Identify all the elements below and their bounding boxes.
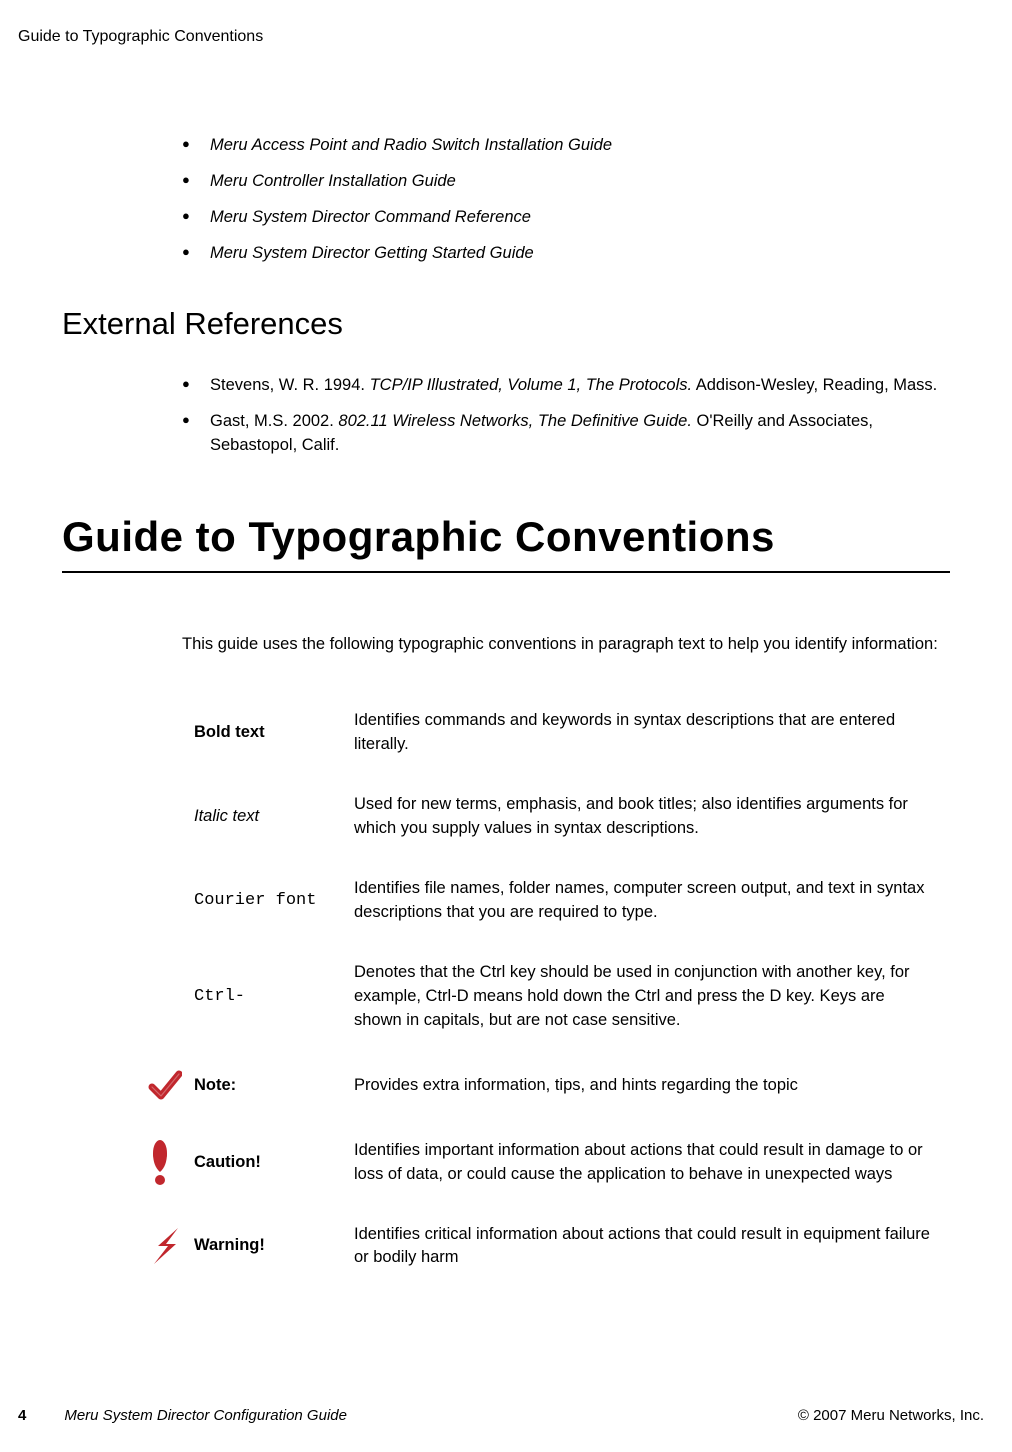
list-item: Meru Access Point and Radio Switch Insta…	[182, 134, 950, 158]
bold-text-label: Bold text	[194, 723, 265, 741]
icon-cell	[144, 691, 190, 775]
table-row: Warning! Identifies critical information…	[144, 1205, 940, 1289]
icon-cell	[144, 859, 190, 943]
description-cell: Identifies critical information about ac…	[350, 1205, 940, 1289]
running-header: Guide to Typographic Conventions	[18, 28, 263, 46]
caution-exclamation-icon	[148, 1140, 172, 1185]
note-label: Note:	[194, 1076, 236, 1094]
label-cell: Ctrl-	[190, 943, 350, 1051]
table-row: Ctrl- Denotes that the Ctrl key should b…	[144, 943, 940, 1051]
external-references-heading: External References	[62, 306, 950, 342]
reference-pre: Stevens, W. R. 1994.	[210, 376, 370, 394]
external-references-list: Stevens, W. R. 1994. TCP/IP Illustrated,…	[62, 374, 950, 458]
ctrl-label: Ctrl-	[194, 987, 245, 1006]
footer-copyright: © 2007 Meru Networks, Inc.	[798, 1407, 984, 1424]
label-cell: Italic text	[190, 775, 350, 859]
label-cell: Note:	[190, 1051, 350, 1121]
list-item: Meru System Director Getting Started Gui…	[182, 242, 950, 266]
meru-references-list: Meru Access Point and Radio Switch Insta…	[62, 134, 950, 266]
courier-font-label: Courier font	[194, 891, 316, 910]
table-row: Italic text Used for new terms, emphasis…	[144, 775, 940, 859]
description-cell: Used for new terms, emphasis, and book t…	[350, 775, 940, 859]
description-cell: Identifies commands and keywords in synt…	[350, 691, 940, 775]
reference-title: Meru System Director Command Reference	[210, 208, 531, 226]
note-checkmark-icon	[148, 1069, 182, 1103]
table-row: Note: Provides extra information, tips, …	[144, 1051, 940, 1121]
page-footer: 4 Meru System Director Configuration Gui…	[18, 1407, 984, 1424]
reference-title: Meru System Director Getting Started Gui…	[210, 244, 534, 262]
icon-cell	[144, 1121, 190, 1205]
table-row: Bold text Identifies commands and keywor…	[144, 691, 940, 775]
heading-rule	[62, 571, 950, 573]
conventions-table: Bold text Identifies commands and keywor…	[144, 691, 940, 1288]
reference-title: Meru Access Point and Radio Switch Insta…	[210, 136, 612, 154]
icon-cell	[144, 1051, 190, 1121]
footer-title: Meru System Director Configuration Guide	[64, 1407, 347, 1424]
list-item: Stevens, W. R. 1994. TCP/IP Illustrated,…	[182, 374, 950, 398]
list-item: Gast, M.S. 2002. 802.11 Wireless Network…	[182, 410, 950, 458]
icon-cell	[144, 1205, 190, 1289]
intro-paragraph: This guide uses the following typographi…	[62, 633, 950, 657]
icon-cell	[144, 775, 190, 859]
caution-label: Caution!	[194, 1153, 261, 1171]
page-number: 4	[18, 1407, 26, 1424]
warning-label: Warning!	[194, 1236, 265, 1254]
list-item: Meru Controller Installation Guide	[182, 170, 950, 194]
table-row: Caution! Identifies important informatio…	[144, 1121, 940, 1205]
major-heading: Guide to Typographic Conventions	[62, 513, 950, 561]
italic-text-label: Italic text	[194, 807, 259, 825]
reference-title: Meru Controller Installation Guide	[210, 172, 456, 190]
reference-title: 802.11 Wireless Networks, The Definitive…	[338, 412, 692, 430]
description-cell: Identifies file names, folder names, com…	[350, 859, 940, 943]
reference-pre: Gast, M.S. 2002.	[210, 412, 338, 430]
page-content: Meru Access Point and Radio Switch Insta…	[0, 36, 1012, 1288]
reference-post: Addison-Wesley, Reading, Mass.	[692, 376, 937, 394]
label-cell: Bold text	[190, 691, 350, 775]
table-row: Courier font Identifies file names, fold…	[144, 859, 940, 943]
icon-cell	[144, 943, 190, 1051]
description-cell: Denotes that the Ctrl key should be used…	[350, 943, 940, 1051]
reference-title: TCP/IP Illustrated, Volume 1, The Protoc…	[370, 376, 693, 394]
label-cell: Caution!	[190, 1121, 350, 1205]
list-item: Meru System Director Command Reference	[182, 206, 950, 230]
description-cell: Provides extra information, tips, and hi…	[350, 1051, 940, 1121]
label-cell: Warning!	[190, 1205, 350, 1289]
warning-lightning-icon	[148, 1226, 186, 1266]
description-cell: Identifies important information about a…	[350, 1121, 940, 1205]
label-cell: Courier font	[190, 859, 350, 943]
